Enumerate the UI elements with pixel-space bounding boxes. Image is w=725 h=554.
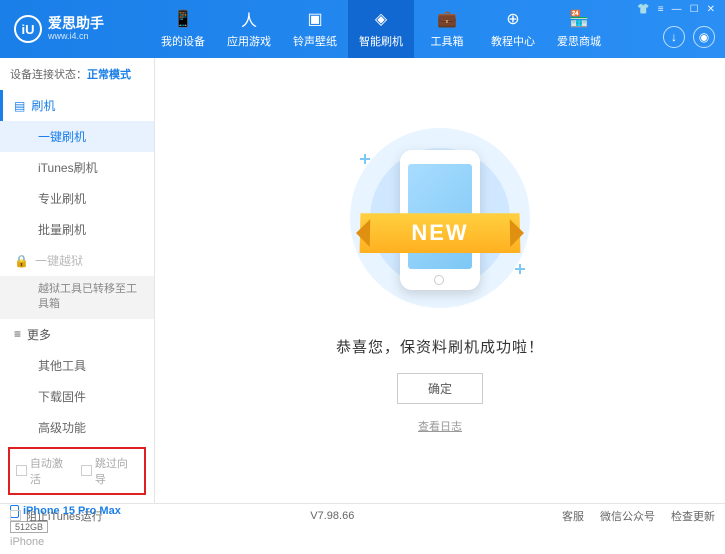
tab-ringtones[interactable]: ▣ 铃声壁纸 (282, 0, 348, 58)
close-icon[interactable]: ✕ (707, 4, 715, 15)
sidebar-item-pro-flash[interactable]: 专业刷机 (0, 183, 154, 214)
ringtone-icon: ▣ (305, 9, 325, 29)
section-label: 更多 (27, 326, 51, 343)
tab-store[interactable]: 🏪 爱思商城 (546, 0, 612, 58)
app-header: iU 爱思助手 www.i4.cn 📱 我的设备 人应用游戏 ▣ 铃声壁纸 ◈ 智能刷… (0, 0, 725, 58)
store-icon: 🏪 (569, 9, 589, 29)
tab-flash[interactable]: ◈ 智能刷机 (348, 0, 414, 58)
footer-wechat[interactable]: 微信公众号 (600, 508, 655, 524)
maximize-icon[interactable]: ☐ (690, 4, 699, 15)
main-content: NEW 恭喜您，保资料刷机成功啦！ 确定 查看日志 (155, 58, 725, 503)
ok-button[interactable]: 确定 (397, 373, 483, 404)
flash-icon: ◈ (371, 9, 391, 29)
flash-section-icon: ▤ (14, 99, 25, 113)
logo-icon: iU (14, 15, 42, 43)
app-title: 爱思助手 (48, 16, 104, 31)
sidebar-item-itunes-flash[interactable]: iTunes刷机 (0, 152, 154, 183)
auto-activate-checkbox[interactable]: 自动激活 (16, 455, 73, 487)
success-illustration: NEW (350, 128, 530, 308)
nav-tabs: 📱 我的设备 人应用游戏 ▣ 铃声壁纸 ◈ 智能刷机 💼 工具箱 ⊕ 教程中心 🏪 爱思商城 (150, 0, 612, 58)
menu-icon[interactable]: ≡ (658, 4, 664, 15)
section-label: 刷机 (31, 97, 55, 114)
tab-label: 教程中心 (491, 33, 535, 49)
options-highlighted-box: 自动激活 跳过向导 (8, 447, 146, 495)
footer-check-update[interactable]: 检查更新 (671, 508, 715, 524)
tab-label: 爱思商城 (557, 33, 601, 49)
section-label: 一键越狱 (35, 252, 83, 269)
block-itunes-label: 阻止iTunes运行 (26, 508, 103, 524)
device-icon: 📱 (173, 9, 193, 29)
tab-my-device[interactable]: 📱 我的设备 (150, 0, 216, 58)
tab-tutorial[interactable]: ⊕ 教程中心 (480, 0, 546, 58)
sidebar: 设备连接状态：正常模式 ▤ 刷机 一键刷机 iTunes刷机 专业刷机 批量刷机… (0, 58, 155, 503)
block-itunes-checkbox[interactable] (10, 510, 21, 521)
skin-icon[interactable]: 👕 (637, 4, 649, 15)
new-banner: NEW (360, 213, 521, 253)
sidebar-jailbreak-note: 越狱工具已转移至工具箱 (0, 276, 154, 319)
tab-label: 工具箱 (431, 33, 464, 49)
sidebar-item-download-firmware[interactable]: 下载固件 (0, 381, 154, 412)
download-button[interactable]: ↓ (663, 26, 685, 48)
sidebar-item-advanced[interactable]: 高级功能 (0, 412, 154, 443)
connection-status: 设备连接状态：正常模式 (0, 58, 154, 90)
lock-icon: 🔒 (14, 254, 29, 268)
sidebar-more-header[interactable]: ≡ 更多 (0, 319, 154, 350)
tab-label: 铃声壁纸 (293, 33, 337, 49)
app-url: www.i4.cn (48, 32, 104, 42)
more-section-icon: ≡ (14, 327, 21, 341)
user-button[interactable]: ◉ (693, 26, 715, 48)
success-message: 恭喜您，保资料刷机成功啦！ (336, 336, 544, 357)
device-type: iPhone (10, 536, 144, 548)
tab-label: 应用游戏 (227, 33, 271, 49)
view-log-link[interactable]: 查看日志 (418, 418, 462, 434)
tab-toolbox[interactable]: 💼 工具箱 (414, 0, 480, 58)
sidebar-flash-header[interactable]: ▤ 刷机 (0, 90, 154, 121)
tab-label: 智能刷机 (359, 33, 403, 49)
minimize-icon[interactable]: — (672, 4, 682, 15)
version-label: V7.98.66 (310, 510, 354, 522)
skip-guide-checkbox[interactable]: 跳过向导 (81, 455, 138, 487)
sidebar-item-batch-flash[interactable]: 批量刷机 (0, 214, 154, 245)
sidebar-item-other-tools[interactable]: 其他工具 (0, 350, 154, 381)
sidebar-jailbreak-header: 🔒 一键越狱 (0, 245, 154, 276)
sidebar-item-oneclick-flash[interactable]: 一键刷机 (0, 121, 154, 152)
footer-customer-service[interactable]: 客服 (562, 508, 584, 524)
logo-area: iU 爱思助手 www.i4.cn (0, 15, 150, 43)
tab-apps[interactable]: 人应用游戏 (216, 0, 282, 58)
tab-label: 我的设备 (161, 33, 205, 49)
apps-icon: 人 (239, 9, 259, 29)
tutorial-icon: ⊕ (503, 9, 523, 29)
toolbox-icon: 💼 (437, 9, 457, 29)
